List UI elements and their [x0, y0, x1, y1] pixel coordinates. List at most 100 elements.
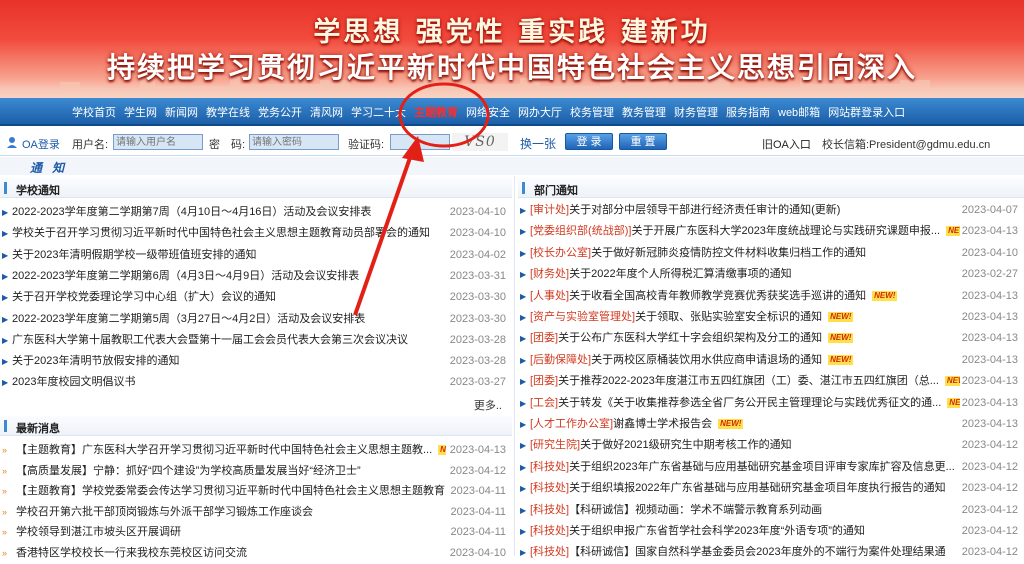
news-title-wrap[interactable]: 【主题教育】学校党委常委会传达学习贯彻习近平新时代中国特色社会主义思想主题教育.…	[16, 481, 446, 502]
dept-tag[interactable]: [科技处]	[530, 525, 569, 537]
nav-item[interactable]: 学校首页	[72, 104, 116, 120]
nav-item[interactable]: 网站群登录入口	[828, 104, 905, 120]
notice-row[interactable]: ▶ 2022-2023学年度第二学期第6周（4月3日～4月9日）活动及会议安排表 2…	[0, 266, 512, 287]
dept-notice-text[interactable]: [科技处]关于组织填报2022年广东省基础与应用基础研究基金项目年度执行报告的通…	[530, 478, 946, 499]
dept-notice-title[interactable]: 关于领取、张贴实验室安全标识的通知	[635, 311, 822, 323]
news-row[interactable]: » 学校领导到湛江市坡头区开展调研 2023-04-11	[0, 522, 512, 543]
nav-item[interactable]: 网络安全	[466, 104, 510, 120]
dept-notice-title[interactable]: 【科研诚信】视频动画：学术不端警示教育系列动画	[569, 504, 822, 516]
news-row[interactable]: » 【主题教育】学校党委常委会传达学习贯彻习近平新时代中国特色社会主义思想主题教育…	[0, 481, 512, 502]
dept-notice-text[interactable]: [人才工作办公室]谢鑫博士学术报告会 NEW!	[530, 414, 744, 435]
dept-notice-text[interactable]: [科技处]关于组织申报广东省哲学社会科学2023年度“外语专项”的通知	[530, 521, 865, 542]
nav-item[interactable]: 学习二十大	[351, 104, 406, 120]
notice-row[interactable]: ▶ 2023年度校园文明倡议书 2023-03-27	[0, 372, 512, 393]
old-oa-link[interactable]: 旧OA入口	[762, 136, 811, 152]
president-mailbox[interactable]: 校长信箱:President@gdmu.edu.cn	[822, 136, 990, 152]
dept-notice-row[interactable]: ▶ [后勤保障处]关于两校区原桶装饮用水供应商申请退场的通知 NEW! 2023-04…	[518, 350, 1024, 371]
dept-notice-title[interactable]: 关于做好2021级研究生中期考核工作的通知	[580, 439, 791, 451]
dept-notice-text[interactable]: [科技处]【科研诚信】视频动画：学术不端警示教育系列动画	[530, 500, 822, 521]
nav-item[interactable]: 学生网	[124, 104, 157, 120]
news-title[interactable]: 【高质量发展】宁静：抓好“四个建设”为学校高质量发展当好“经济卫士”	[16, 465, 361, 477]
dept-tag[interactable]: [人事处]	[530, 290, 569, 302]
notice-row[interactable]: ▶ 2022-2023学年度第二学期第5周（3月27日～4月2日）活动及会议安排表…	[0, 309, 512, 330]
dept-tag[interactable]: [审计处]	[530, 204, 569, 216]
captcha-refresh-link[interactable]: 换一张	[520, 135, 556, 152]
dept-notice-text[interactable]: [后勤保障处]关于两校区原桶装饮用水供应商申请退场的通知 NEW!	[530, 350, 854, 371]
news-title[interactable]: 【主题教育】学校党委常委会传达学习贯彻习近平新时代中国特色社会主义思想主题教育.…	[16, 485, 446, 497]
dept-tag[interactable]: [科技处]	[530, 461, 569, 473]
notice-row[interactable]: ▶ 关于召开学校党委理论学习中心组（扩大）会议的通知 2023-03-30	[0, 287, 512, 308]
dept-notice-title[interactable]: 关于开展广东医科大学2023年度统战理论与实践研究课题申报...	[631, 225, 940, 237]
dept-notice-row[interactable]: ▶ [财务处]关于2022年度个人所得税汇算清缴事项的通知 2023-02-27	[518, 264, 1024, 285]
dept-tag[interactable]: [校长办公室]	[530, 247, 591, 259]
dept-notice-text[interactable]: [审计处]关于对部分中层领导干部进行经济责任审计的通知(更新)	[530, 200, 840, 221]
dept-notice-text[interactable]: [团委]关于公布广东医科大学红十字会组织架构及分工的通知 NEW!	[530, 328, 854, 349]
dept-notice-title[interactable]: 关于推荐2022-2023年度湛江市五四红旗团（工）委、湛江市五四红旗团（总..…	[558, 375, 939, 387]
dept-notice-row[interactable]: ▶ [审计处]关于对部分中层领导干部进行经济责任审计的通知(更新) 2023-04-…	[518, 200, 1024, 221]
news-title[interactable]: 学校领导到湛江市坡头区开展调研	[16, 526, 181, 538]
dept-tag[interactable]: [科技处]	[530, 482, 569, 494]
dept-notice-text[interactable]: [党委组织部(统战部)]关于开展广东医科大学2023年度统战理论与实践研究课题申…	[530, 221, 960, 242]
dept-notice-title[interactable]: 关于组织填报2022年广东省基础与应用基础研究基金项目年度执行报告的通知	[569, 482, 945, 494]
notice-title[interactable]: 关于2023年清明假期学校一级带班值班安排的通知	[12, 245, 256, 266]
notice-title[interactable]: 广东医科大学第十届教职工代表大会暨第十一届工会会员代表大会第三次会议决议	[12, 330, 408, 351]
dept-notice-row[interactable]: ▶ [人事处]关于收看全国高校青年教师教学竞赛优秀获奖选手巡讲的通知 NEW! 202…	[518, 286, 1024, 307]
password-input[interactable]	[249, 134, 339, 150]
dept-tag[interactable]: [团委]	[530, 375, 558, 387]
notice-title[interactable]: 2022-2023学年度第二学期第6周（4月3日～4月9日）活动及会议安排表	[12, 266, 359, 287]
dept-notice-text[interactable]: [校长办公室]关于做好新冠肺炎疫情防控文件材料收集归档工作的通知	[530, 243, 866, 264]
dept-tag[interactable]: [研究生院]	[530, 439, 580, 451]
dept-notice-title[interactable]: 关于转发《关于收集推荐参选全省厂务公开民主管理理论与实践优秀征文的通...	[558, 397, 941, 409]
news-title-wrap[interactable]: 学校领导到湛江市坡头区开展调研	[16, 522, 181, 543]
news-row[interactable]: » 香港特区学校校长一行来我校东莞校区访问交流 2023-04-10	[0, 543, 512, 564]
notice-title[interactable]: 学校关于召开学习贯彻习近平新时代中国特色社会主义思想主题教育动员部署会的通知	[12, 223, 430, 244]
dept-tag[interactable]: [工会]	[530, 397, 558, 409]
dept-tag[interactable]: [党委组织部(统战部)]	[530, 225, 631, 237]
captcha-input[interactable]	[390, 134, 450, 150]
dept-notice-text[interactable]: [科技处]【科研诚信】国家自然科学基金委员会2023年度外的不端行为案件处理结果…	[530, 542, 946, 563]
dept-notice-text[interactable]: [工会]关于转发《关于收集推荐参选全省厂务公开民主管理理论与实践优秀征文的通..…	[530, 393, 960, 414]
username-input[interactable]	[113, 134, 203, 150]
notice-row[interactable]: ▶ 广东医科大学第十届教职工代表大会暨第十一届工会会员代表大会第三次会议决议 202…	[0, 330, 512, 351]
news-row[interactable]: » 【主题教育】广东医科大学召开学习贯彻习近平新时代中国特色社会主义思想主题教..…	[0, 440, 512, 461]
dept-tag[interactable]: [团委]	[530, 332, 558, 344]
news-title[interactable]: 【主题教育】广东医科大学召开学习贯彻习近平新时代中国特色社会主义思想主题教...	[16, 444, 432, 456]
dept-notice-title[interactable]: 关于对部分中层领导干部进行经济责任审计的通知(更新)	[569, 204, 840, 216]
dept-notice-title[interactable]: 关于两校区原桶装饮用水供应商申请退场的通知	[591, 354, 822, 366]
notice-title[interactable]: 2022-2023学年度第二学期第7周（4月10日～4月16日）活动及会议安排表	[12, 202, 371, 223]
dept-notice-text[interactable]: [研究生院]关于做好2021级研究生中期考核工作的通知	[530, 435, 792, 456]
nav-item[interactable]: web邮箱	[778, 104, 820, 120]
nav-item[interactable]: 清风网	[310, 104, 343, 120]
dept-notice-row[interactable]: ▶ [科技处]关于组织2023年广东省基础与应用基础研究基金项目评审专家库扩容及信…	[518, 457, 1024, 478]
news-row[interactable]: » 学校召开第六批干部顶岗锻炼与外派干部学习锻炼工作座谈会 2023-04-11	[0, 502, 512, 523]
dept-notice-row[interactable]: ▶ [科技处]关于组织申报广东省哲学社会科学2023年度“外语专项”的通知 2023…	[518, 521, 1024, 542]
dept-notice-row[interactable]: ▶ [团委]关于公布广东医科大学红十字会组织架构及分工的通知 NEW! 2023-04…	[518, 328, 1024, 349]
dept-notice-title[interactable]: 关于公布广东医科大学红十字会组织架构及分工的通知	[558, 332, 822, 344]
login-button[interactable]: 登 录	[565, 133, 613, 150]
news-title-wrap[interactable]: 【高质量发展】宁静：抓好“四个建设”为学校高质量发展当好“经济卫士”	[16, 461, 361, 482]
news-title-wrap[interactable]: 【主题教育】广东医科大学召开学习贯彻习近平新时代中国特色社会主义思想主题教...…	[16, 440, 446, 461]
notice-title[interactable]: 关于2023年清明节放假安排的通知	[12, 351, 179, 372]
dept-notice-title[interactable]: 关于收看全国高校青年教师教学竞赛优秀获奖选手巡讲的通知	[569, 290, 866, 302]
dept-notice-row[interactable]: ▶ [校长办公室]关于做好新冠肺炎疫情防控文件材料收集归档工作的通知 2023-04…	[518, 243, 1024, 264]
notice-row[interactable]: ▶ 关于2023年清明节放假安排的通知 2023-03-28	[0, 351, 512, 372]
notice-row[interactable]: ▶ 学校关于召开学习贯彻习近平新时代中国特色社会主义思想主题教育动员部署会的通知 2…	[0, 223, 512, 244]
dept-tag[interactable]: [科技处]	[530, 504, 569, 516]
notice-row[interactable]: ▶ 关于2023年清明假期学校一级带班值班安排的通知 2023-04-02	[0, 245, 512, 266]
nav-item[interactable]: 教学在线	[206, 104, 250, 120]
dept-notice-title[interactable]: 关于做好新冠肺炎疫情防控文件材料收集归档工作的通知	[591, 247, 866, 259]
more-link[interactable]: 更多..	[474, 397, 502, 413]
notice-title[interactable]: 2022-2023学年度第二学期第5周（3月27日～4月2日）活动及会议安排表	[12, 309, 365, 330]
nav-item[interactable]: 服务指南	[726, 104, 770, 120]
dept-notice-row[interactable]: ▶ [科技处]【科研诚信】视频动画：学术不端警示教育系列动画 2023-04-12	[518, 500, 1024, 521]
reset-button[interactable]: 重 置	[619, 133, 667, 150]
dept-notice-title[interactable]: 【科研诚信】国家自然科学基金委员会2023年度外的不端行为案件处理结果通	[569, 546, 945, 558]
news-title[interactable]: 学校召开第六批干部顶岗锻炼与外派干部学习锻炼工作座谈会	[16, 506, 313, 518]
news-title[interactable]: 香港特区学校校长一行来我校东莞校区访问交流	[16, 547, 247, 559]
dept-notice-row[interactable]: ▶ [工会]关于转发《关于收集推荐参选全省厂务公开民主管理理论与实践优秀征文的通.…	[518, 393, 1024, 414]
dept-notice-row[interactable]: ▶ [党委组织部(统战部)]关于开展广东医科大学2023年度统战理论与实践研究课题…	[518, 221, 1024, 242]
dept-notice-text[interactable]: [人事处]关于收看全国高校青年教师教学竞赛优秀获奖选手巡讲的通知 NEW!	[530, 286, 898, 307]
dept-notice-text[interactable]: [财务处]关于2022年度个人所得税汇算清缴事项的通知	[530, 264, 792, 285]
notice-title[interactable]: 关于召开学校党委理论学习中心组（扩大）会议的通知	[12, 287, 276, 308]
dept-notice-title[interactable]: 谢鑫博士学术报告会	[613, 418, 712, 430]
